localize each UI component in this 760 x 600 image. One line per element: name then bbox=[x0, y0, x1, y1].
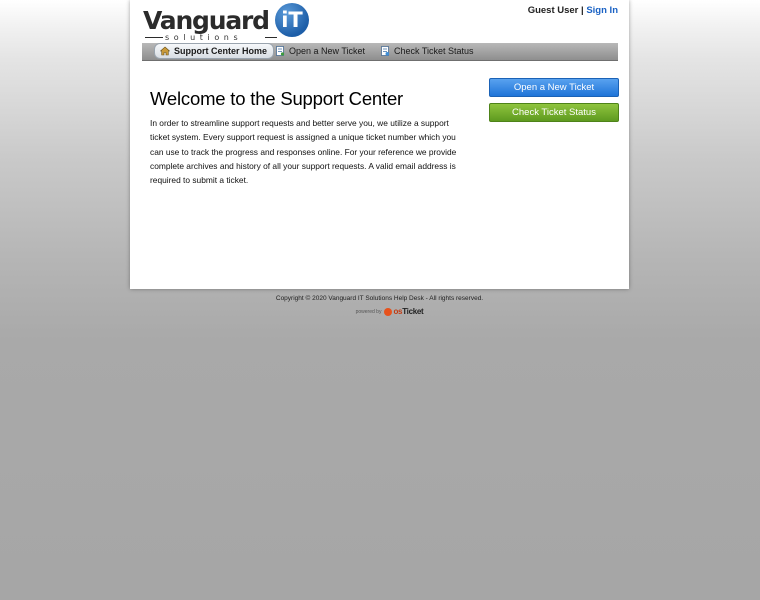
copyright-text: Copyright © 2020 Vanguard IT Solutions H… bbox=[275, 295, 484, 302]
nav-label: Open a New Ticket bbox=[289, 46, 366, 56]
page-title: Welcome to the Support Center bbox=[150, 88, 403, 109]
powered-by-label: powered by bbox=[355, 308, 382, 315]
sign-in-link[interactable]: Sign In bbox=[586, 5, 618, 16]
osticket-ticket: Ticket bbox=[402, 307, 424, 316]
logo-subtitle: solutions bbox=[165, 33, 243, 42]
check-ticket-status-button[interactable]: Check Ticket Status bbox=[489, 103, 619, 122]
logo-wordmark: Vanguard bbox=[143, 6, 270, 35]
osticket-logo[interactable]: os Ticket bbox=[384, 307, 424, 316]
osticket-mark-icon bbox=[384, 307, 393, 316]
user-separator: | bbox=[581, 5, 584, 16]
osticket-os: os bbox=[393, 307, 403, 316]
nav-label: Check Ticket Status bbox=[394, 46, 474, 56]
powered-by: powered by os Ticket bbox=[130, 307, 629, 316]
page-container: Vanguard iT solutions Guest User | Sign … bbox=[130, 0, 629, 289]
user-bar: Guest User | Sign In bbox=[528, 5, 618, 16]
intro-paragraph: In order to streamline support requests … bbox=[150, 118, 457, 186]
nav-check-ticket-status[interactable]: Check Ticket Status bbox=[375, 44, 480, 58]
main-content: Welcome to the Support Center In order t… bbox=[150, 88, 470, 187]
new-ticket-icon bbox=[276, 46, 285, 56]
guest-user-label: Guest User bbox=[527, 5, 579, 16]
open-new-ticket-button[interactable]: Open a New Ticket bbox=[489, 78, 619, 97]
logo-rule bbox=[265, 37, 277, 38]
company-logo[interactable]: Vanguard iT solutions bbox=[143, 2, 311, 42]
nav-support-center-home[interactable]: Support Center Home bbox=[154, 43, 275, 59]
home-icon bbox=[160, 46, 170, 56]
nav-label: Support Center Home bbox=[174, 46, 268, 56]
footer: Copyright © 2020 Vanguard IT Solutions H… bbox=[130, 295, 629, 316]
ticket-status-icon bbox=[381, 46, 390, 56]
logo-rule bbox=[145, 37, 163, 38]
nav-open-new-ticket[interactable]: Open a New Ticket bbox=[270, 44, 371, 58]
logo-badge: iT bbox=[275, 3, 309, 37]
main-nav: Support Center Home Open a New Ticket Ch… bbox=[142, 43, 618, 61]
